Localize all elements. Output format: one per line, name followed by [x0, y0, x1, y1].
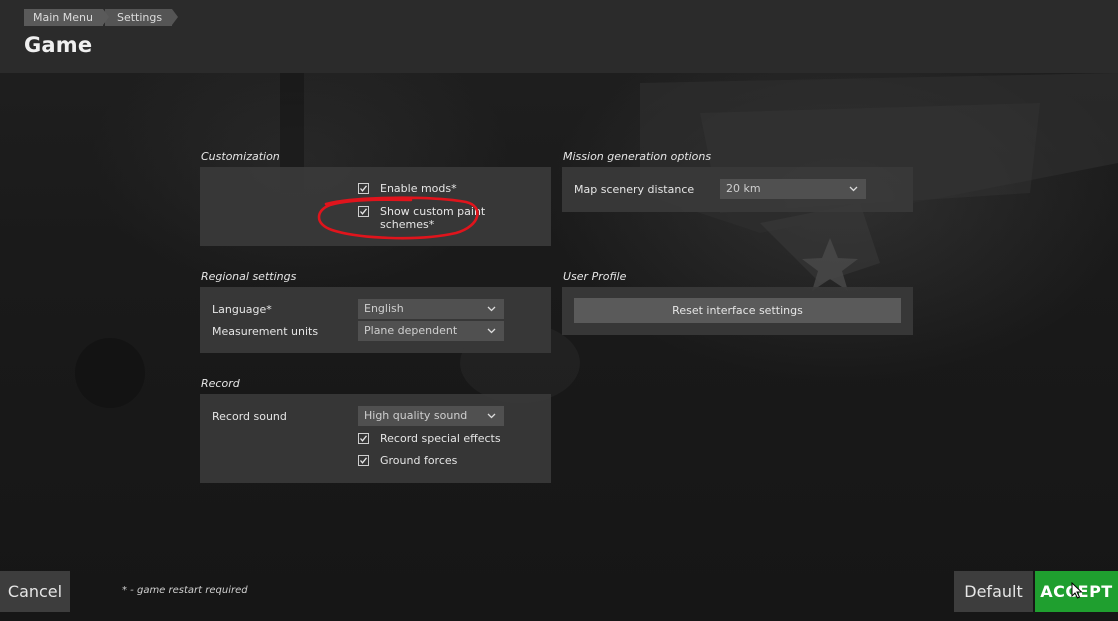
record-special-effects-label: Record special effects	[380, 432, 501, 445]
checkbox-check-icon	[358, 455, 369, 466]
breadcrumb-main-menu[interactable]: Main Menu	[24, 9, 109, 26]
chevron-down-icon	[849, 186, 858, 192]
regional-settings-panel	[200, 287, 551, 353]
ground-forces-checkbox[interactable]: Ground forces	[358, 454, 457, 467]
checkbox-check-icon	[358, 206, 369, 217]
language-value: English	[364, 302, 404, 315]
enable-mods-checkbox[interactable]: Enable mods*	[358, 182, 457, 195]
cancel-button[interactable]: Cancel	[0, 571, 70, 612]
custom-paint-label: Show custom paint schemes*	[380, 205, 485, 231]
record-special-effects-checkbox[interactable]: Record special effects	[358, 432, 501, 445]
checkbox-check-icon	[358, 433, 369, 444]
regional-settings-title: Regional settings	[201, 270, 297, 283]
ground-forces-label: Ground forces	[380, 454, 458, 467]
map-scenery-value: 20 km	[726, 182, 761, 195]
measurement-units-value: Plane dependent	[364, 324, 458, 337]
default-button[interactable]: Default	[954, 571, 1033, 612]
checkbox-check-icon	[358, 183, 369, 194]
custom-paint-label-line1: Show custom paint	[380, 205, 486, 218]
custom-paint-checkbox[interactable]: Show custom paint schemes*	[358, 205, 485, 231]
reset-interface-button[interactable]: Reset interface settings	[574, 298, 901, 323]
chevron-down-icon	[487, 306, 496, 312]
map-scenery-dropdown[interactable]: 20 km	[720, 179, 866, 199]
chevron-down-icon	[487, 328, 496, 334]
map-scenery-label: Map scenery distance	[574, 183, 695, 196]
custom-paint-label-line2: schemes*	[380, 218, 435, 231]
cursor-icon	[1071, 582, 1083, 599]
record-sound-label: Record sound	[212, 410, 287, 423]
page-title: Game	[24, 33, 93, 57]
user-profile-title: User Profile	[563, 270, 627, 283]
enable-mods-label: Enable mods*	[380, 182, 457, 195]
breadcrumb-settings[interactable]: Settings	[104, 9, 179, 26]
language-label: Language*	[212, 303, 272, 316]
measurement-units-label: Measurement units	[212, 325, 319, 338]
restart-footnote: * - game restart required	[122, 585, 248, 596]
record-sound-dropdown[interactable]: High quality sound	[358, 406, 504, 426]
breadcrumb: Main Menu Settings	[24, 9, 179, 26]
record-sound-value: High quality sound	[364, 409, 468, 422]
mission-options-title: Mission generation options	[563, 150, 712, 163]
customization-title: Customization	[201, 150, 280, 163]
background-hangar-image	[75, 73, 1118, 408]
measurement-units-dropdown[interactable]: Plane dependent	[358, 321, 504, 341]
chevron-down-icon	[487, 413, 496, 419]
record-title: Record	[201, 377, 240, 390]
language-dropdown[interactable]: English	[358, 299, 504, 319]
